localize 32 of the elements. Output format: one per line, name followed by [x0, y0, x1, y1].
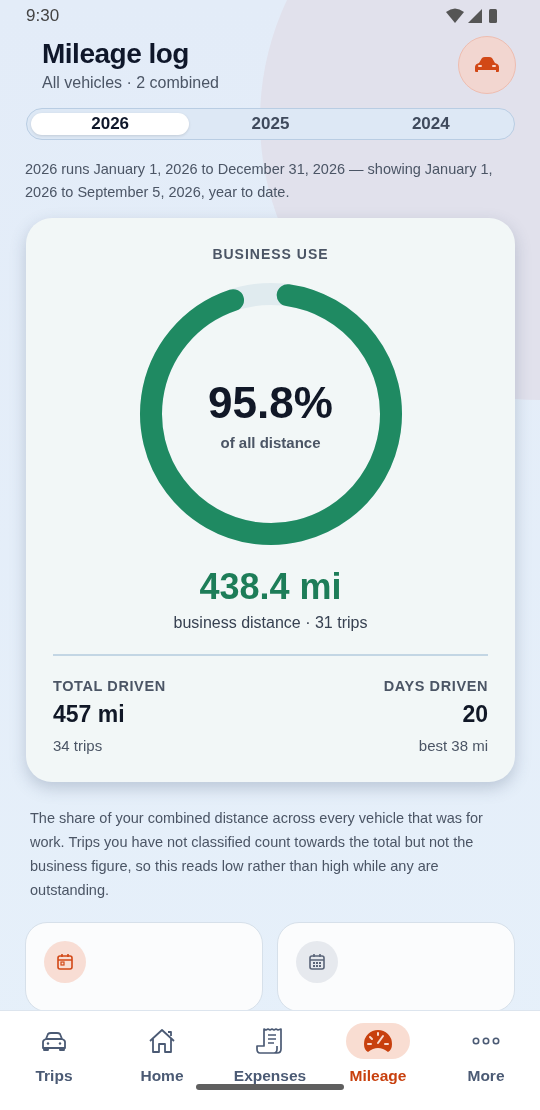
nav-item[interactable]: Home — [108, 1023, 216, 1110]
year-tab[interactable]: 2024 — [351, 113, 510, 135]
distance-caption: business distance · 31 trips — [173, 614, 368, 632]
period-note: 2026 runs January 1, 2026 to December 31, 2026 — showing January 1, 2026 to September 5, 2026, year to date. — [25, 160, 494, 202]
stat-detail: best 38 mi — [418, 736, 488, 754]
card-heading: BUSINESS USE — [212, 246, 329, 262]
stat-label: TOTAL DRIVEN — [53, 677, 166, 694]
car-icon — [474, 56, 500, 74]
business-distance: 438.4 mi — [199, 566, 342, 608]
explanation-text: The share of your combined distance across every vehicle that was for work. Trips you have not classified count towards the total but not the business figure, so this reads low rather than high while any are outstanding. — [30, 808, 484, 900]
stat-value: 20 — [462, 700, 488, 728]
stat-label: DAYS DRIVEN — [383, 677, 488, 694]
year-tab[interactable]: 2025 — [191, 113, 350, 135]
calendar-icon — [308, 952, 326, 971]
nav-item[interactable]: Trips — [0, 1023, 108, 1110]
car-icon — [41, 1030, 67, 1052]
receipt-icon — [255, 1027, 285, 1055]
nav-item[interactable]: Mileage — [324, 1023, 432, 1110]
stat-value: 457 mi — [53, 700, 126, 728]
stat-detail: 34 trips — [53, 736, 104, 754]
status-time: 9:30 — [26, 6, 60, 26]
calendar-icon — [56, 952, 74, 971]
year-tab[interactable]: 2026 — [31, 113, 190, 135]
percent-caption: of all distance — [220, 433, 321, 451]
page-subtitle: All vehicles · 2 combined — [42, 74, 219, 92]
page-title: Mileage log — [42, 38, 190, 70]
nav-item[interactable]: Expenses — [216, 1023, 324, 1110]
home-icon — [148, 1028, 176, 1054]
more-icon — [472, 1037, 500, 1045]
nav-item[interactable]: More — [432, 1023, 540, 1110]
business-percent: 95.8% — [208, 377, 333, 428]
speedometer-icon — [362, 1028, 394, 1054]
